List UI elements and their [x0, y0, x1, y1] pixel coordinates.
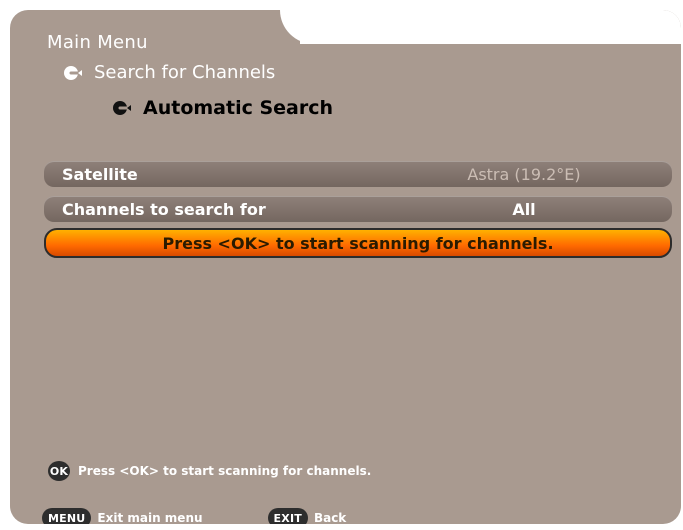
start-scan-button[interactable]: Press <OK> to start scanning for channel… [44, 228, 672, 258]
breadcrumb-label: Automatic Search [143, 97, 334, 119]
tv-menu-screen: Main Menu Search for Channels Automatic … [0, 0, 683, 530]
breadcrumb-automatic-search[interactable]: Automatic Search [111, 97, 333, 119]
tab-corner [280, 10, 340, 44]
footer-hint: OK Press <OK> to start scanning for chan… [48, 461, 371, 481]
setting-label: Channels to search for [62, 199, 266, 219]
menu-key-icon: MENU [42, 508, 92, 524]
legend-item-menu[interactable]: MENU Exit main menu [42, 508, 203, 524]
breadcrumb-label: Search for Channels [94, 62, 276, 83]
legend-item-exit[interactable]: EXIT Back [267, 508, 347, 524]
arrow-circle-icon [111, 99, 133, 117]
main-menu-panel: Main Menu Search for Channels Automatic … [10, 10, 681, 524]
page-title: Main Menu [47, 32, 148, 53]
start-scan-label: Press <OK> to start scanning for channel… [162, 233, 554, 253]
breadcrumb-search-for-channels[interactable]: Search for Channels [62, 62, 275, 83]
setting-label: Satellite [62, 164, 138, 184]
setting-value: Astra (19.2°E) [467, 164, 581, 184]
footer-legend: MENU Exit main menu EXIT Back [42, 508, 346, 524]
arrow-circle-icon [62, 64, 84, 82]
ok-key-icon: OK [48, 461, 70, 481]
footer-hint-text: Press <OK> to start scanning for channel… [78, 464, 372, 478]
setting-row-channels-to-search-for[interactable]: Channels to search for All [44, 196, 672, 222]
legend-label: Back [313, 511, 347, 524]
tab-mask [300, 10, 681, 44]
setting-value: All [512, 199, 536, 219]
setting-row-satellite[interactable]: Satellite Astra (19.2°E) [44, 161, 672, 187]
exit-key-icon: EXIT [267, 508, 308, 524]
legend-label: Exit main menu [97, 511, 203, 524]
